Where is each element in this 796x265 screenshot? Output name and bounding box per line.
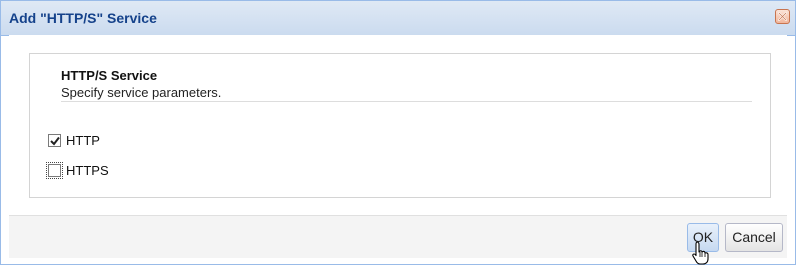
dialog-body: HTTP/S Service Specify service parameter… [9, 35, 787, 215]
section-divider [61, 101, 752, 102]
dialog-title: Add "HTTP/S" Service [9, 10, 157, 26]
close-button[interactable] [775, 9, 790, 24]
dialog-titlebar[interactable]: Add "HTTP/S" Service [1, 1, 795, 36]
https-checkbox[interactable] [46, 162, 63, 179]
http-label[interactable]: HTTP [66, 133, 100, 148]
dialog-footer: OK Cancel [9, 215, 787, 258]
section-title: HTTP/S Service [61, 68, 158, 83]
close-icon [778, 12, 787, 21]
https-label[interactable]: HTTPS [66, 163, 109, 178]
http-checkbox[interactable] [48, 134, 61, 147]
service-fieldset: HTTP/S Service Specify service parameter… [29, 53, 771, 198]
section-description: Specify service parameters. [61, 85, 222, 100]
cancel-button[interactable]: Cancel [725, 223, 783, 252]
ok-button[interactable]: OK [687, 223, 719, 252]
add-service-dialog: Add "HTTP/S" Service HTTP/S Service Spec… [0, 0, 796, 265]
checkmark-icon [50, 136, 60, 146]
